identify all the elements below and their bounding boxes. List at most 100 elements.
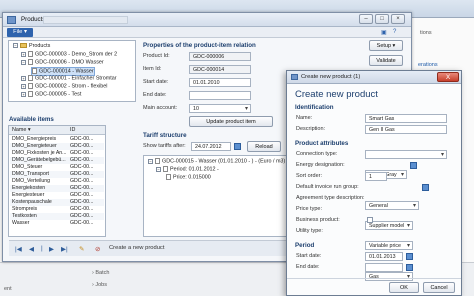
expand-icon[interactable]: +: [21, 83, 26, 89]
tree-item[interactable]: + GDC-000001 - Einfacher Stromtar: [21, 75, 117, 82]
minimize-button[interactable]: –: [359, 14, 373, 24]
name-field[interactable]: Smart Gas: [365, 114, 447, 123]
list-header: Name ▾ ID: [9, 126, 105, 135]
business-product-checkbox[interactable]: [367, 217, 373, 223]
first-record-icon[interactable]: |◀: [15, 245, 22, 253]
bottom-item-batch[interactable]: › Batch: [92, 270, 109, 276]
end-date-label: End date:: [296, 264, 320, 270]
product-id-label: Product Id:: [143, 53, 170, 59]
tree-item[interactable]: + GDC-000003 - Demo_Strom der 2: [21, 51, 117, 58]
product-id-field[interactable]: GDC-000006: [189, 52, 251, 61]
name-label: Name:: [296, 115, 313, 121]
file-menu-button[interactable]: File ▾: [7, 28, 33, 37]
help-icon[interactable]: ?: [393, 29, 396, 35]
item-id-label: Item Id:: [143, 66, 162, 72]
tree-item[interactable]: − GDC-000006 - DMO Wasser: [21, 59, 104, 66]
bottom-item-jobs[interactable]: › Jobs: [92, 282, 107, 288]
edit-icon[interactable]: ✎: [79, 245, 84, 253]
calendar-icon[interactable]: [234, 143, 241, 150]
show-tariffs-date-field[interactable]: 24.07.2012: [191, 142, 231, 151]
main-account-label: Main account:: [143, 105, 178, 111]
period-icon: [163, 166, 168, 172]
tree-item[interactable]: + GDC-000005 - Test: [21, 91, 81, 98]
utility-type-dropdown[interactable]: Gas: [365, 272, 413, 281]
app-icon: [7, 16, 16, 24]
dialog-close-button[interactable]: X: [437, 72, 459, 82]
price-node[interactable]: Price: 0.015000: [166, 174, 211, 181]
column-header-name[interactable]: Name ▾: [12, 126, 31, 135]
ok-button[interactable]: OK: [389, 282, 419, 293]
product-icon: [28, 91, 33, 97]
end-date-field[interactable]: [189, 91, 251, 100]
connection-type-dropdown[interactable]: [365, 150, 447, 159]
calendar-icon[interactable]: [406, 253, 413, 260]
price-type-label: Price type:: [296, 206, 322, 212]
lookup-icon[interactable]: [422, 184, 429, 191]
collapse-icon[interactable]: −: [21, 59, 26, 65]
tariff-node[interactable]: − GDC-000015 - Wasser (01.01.2010 - ) - (…: [148, 158, 285, 165]
list-item[interactable]: Kostenpauschale GDC-00...: [10, 199, 104, 206]
list-item[interactable]: DMO_Gerätebelgebü... GDC-00...: [10, 157, 104, 164]
title-address-bar: [43, 16, 128, 24]
last-record-icon[interactable]: ▶|: [61, 245, 68, 253]
tree-root[interactable]: − Products: [13, 43, 50, 50]
list-item[interactable]: Energiesteuer GDC-00...: [10, 192, 104, 199]
dialog-title: Create new product (1): [301, 74, 361, 80]
calendar-icon[interactable]: [406, 264, 413, 271]
lookup-icon[interactable]: [410, 162, 417, 169]
start-date-field[interactable]: 01.01.2010: [189, 78, 251, 87]
list-item[interactable]: Energiekosten GDC-00...: [10, 185, 104, 192]
ribbon-bar: File ▾ ▣ ?: [3, 27, 411, 38]
reload-button[interactable]: Reload: [247, 141, 281, 152]
product-icon: [28, 83, 33, 89]
expand-icon[interactable]: +: [21, 91, 26, 97]
list-item[interactable]: Testkosten GDC-00...: [10, 213, 104, 220]
save-icon[interactable]: ▣: [381, 29, 387, 36]
product-icon: [28, 75, 33, 81]
collapse-icon[interactable]: −: [148, 158, 153, 164]
validate-button[interactable]: Validate: [369, 55, 403, 66]
list-item[interactable]: Strompreis GDC-00...: [10, 206, 104, 213]
start-date-label: Start date:: [296, 253, 322, 259]
next-record-icon[interactable]: ▶: [49, 245, 54, 253]
end-date-field[interactable]: [365, 263, 403, 272]
column-header-id[interactable]: ID: [70, 126, 75, 135]
close-window-button[interactable]: ×: [391, 14, 405, 24]
background-bottom-label: ent: [4, 286, 12, 292]
list-item[interactable]: DMO_Transport GDC-00...: [10, 171, 104, 178]
item-id-field[interactable]: GDC-000014: [189, 65, 251, 74]
list-item[interactable]: Wasser GDC-00...: [10, 220, 104, 227]
price-type-dropdown[interactable]: Variable price: [365, 241, 413, 250]
maximize-button[interactable]: □: [375, 14, 389, 24]
default-invoice-dropdown[interactable]: General: [365, 201, 419, 210]
collapse-icon[interactable]: −: [13, 43, 18, 49]
list-item[interactable]: DMO_Steuer GDC-00...: [10, 164, 104, 171]
background-link[interactable]: erations: [418, 62, 438, 68]
previous-icon[interactable]: |: [41, 245, 43, 252]
tariff-heading: Tariff structure: [143, 132, 187, 139]
list-item[interactable]: DMO_Verteilung GDC-00...: [10, 178, 104, 185]
tree-item[interactable]: + GDC-000002 - Strom - flexibel: [21, 83, 108, 90]
start-date-field[interactable]: 01.01.2013: [365, 252, 403, 261]
description-field[interactable]: Gen II Gas: [365, 125, 447, 134]
setup-button[interactable]: Setup ▾: [369, 40, 403, 51]
main-account-dropdown[interactable]: 10: [189, 104, 251, 113]
expand-icon[interactable]: +: [21, 51, 26, 57]
list-item[interactable]: DMO_Fixkosten je An... GDC-00...: [10, 150, 104, 157]
delete-icon[interactable]: ⊘: [95, 245, 100, 253]
previous-record-icon[interactable]: ◀: [29, 245, 34, 253]
create-product-label[interactable]: Create a new product: [109, 245, 164, 251]
product-icon: [28, 59, 33, 65]
expand-icon[interactable]: +: [21, 75, 26, 81]
item-icon: [32, 68, 37, 74]
sort-order-field[interactable]: 1: [365, 172, 387, 181]
list-item[interactable]: DMO_Energiepreis GDC-00...: [10, 136, 104, 143]
period-node[interactable]: − Period: 01.01.2012 -: [156, 166, 219, 173]
agreement-type-label: Agreement type description:: [296, 195, 365, 201]
collapse-icon[interactable]: −: [156, 166, 161, 172]
cancel-button[interactable]: Cancel: [423, 282, 455, 293]
update-product-item-button[interactable]: Update product item: [189, 116, 273, 127]
available-items-heading: Available items: [9, 116, 54, 123]
list-item[interactable]: DMO_Energieteuer GDC-00...: [10, 143, 104, 150]
show-tariffs-label: Show tariffs after:: [143, 143, 186, 149]
